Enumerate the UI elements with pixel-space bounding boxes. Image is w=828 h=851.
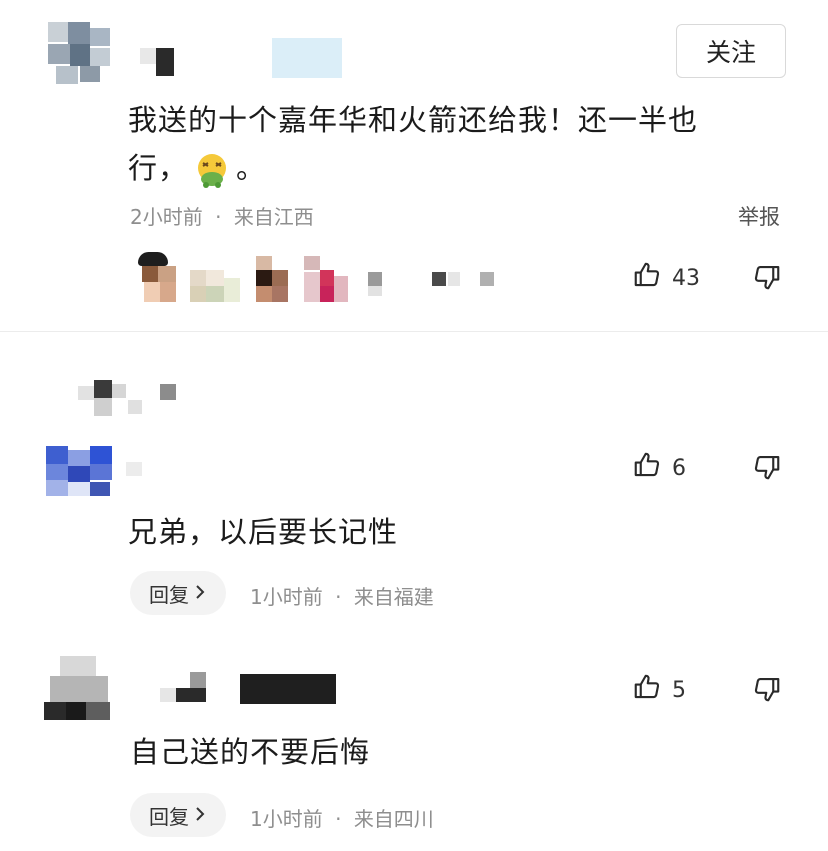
- reply-label: 回复: [149, 804, 189, 829]
- chevron-right-icon: [193, 581, 207, 605]
- meta-separator: ·: [335, 585, 342, 609]
- nauseated-face-icon: [194, 152, 230, 188]
- liked-by-avatars[interactable]: [138, 252, 498, 304]
- blurred-text: [78, 380, 198, 420]
- comment-time: 1小时前: [250, 585, 323, 609]
- thumbs-down-icon: [752, 455, 782, 486]
- comment-location: 来自福建: [353, 585, 434, 609]
- like-count: 5: [672, 677, 686, 703]
- avatar[interactable]: [44, 656, 114, 722]
- dislike-button[interactable]: [752, 674, 782, 708]
- follow-button[interactable]: 关注: [676, 24, 786, 78]
- dislike-button[interactable]: [752, 262, 782, 296]
- comment-meta: 1小时前 · 来自四川: [250, 803, 434, 832]
- comment-location: 来自四川: [353, 807, 434, 831]
- thumbs-down-icon: [752, 265, 782, 296]
- avatar[interactable]: [46, 446, 114, 498]
- like-button[interactable]: 43: [632, 260, 700, 296]
- like-count: 6: [672, 455, 686, 481]
- comment-text: 自己送的不要后悔: [130, 735, 371, 769]
- report-button[interactable]: 举报: [738, 201, 780, 231]
- comment-text-line1: 我送的十个嘉年华和火箭还给我！还一半也: [128, 103, 699, 137]
- username-blurred[interactable]: [126, 462, 150, 478]
- like-button[interactable]: 5: [632, 672, 686, 708]
- thumbs-up-icon: [632, 450, 662, 486]
- reply-button[interactable]: 回复: [130, 571, 226, 615]
- chevron-right-icon: [193, 803, 207, 827]
- dislike-button[interactable]: [752, 452, 782, 486]
- comment-location: 来自江西: [233, 205, 314, 229]
- meta-separator: ·: [215, 205, 222, 229]
- divider: [0, 331, 828, 332]
- comment-text-part: 行，: [128, 151, 189, 185]
- like-count: 43: [672, 265, 700, 291]
- comment-text-line2: 行， 。: [128, 144, 768, 192]
- username-blurred[interactable]: [140, 38, 350, 80]
- meta-separator: ·: [335, 807, 342, 831]
- comment-meta: 1小时前 · 来自福建: [250, 581, 434, 610]
- comment-time: 1小时前: [250, 807, 323, 831]
- reply-button[interactable]: 回复: [130, 793, 226, 837]
- like-button[interactable]: 6: [632, 450, 686, 486]
- comment-text: 我送的十个嘉年华和火箭还给我！还一半也 行， 。: [128, 96, 768, 192]
- comment-time: 2小时前: [130, 205, 203, 229]
- comment-meta: 2小时前 · 来自江西: [130, 201, 314, 230]
- username-blurred[interactable]: [160, 670, 340, 706]
- reply-label: 回复: [149, 582, 189, 607]
- avatar[interactable]: [48, 22, 112, 86]
- thumbs-up-icon: [632, 260, 662, 296]
- thumbs-down-icon: [752, 677, 782, 708]
- comment-text: 兄弟，以后要长记性: [128, 515, 399, 549]
- comment-text-part: 。: [236, 151, 267, 185]
- thumbs-up-icon: [632, 672, 662, 708]
